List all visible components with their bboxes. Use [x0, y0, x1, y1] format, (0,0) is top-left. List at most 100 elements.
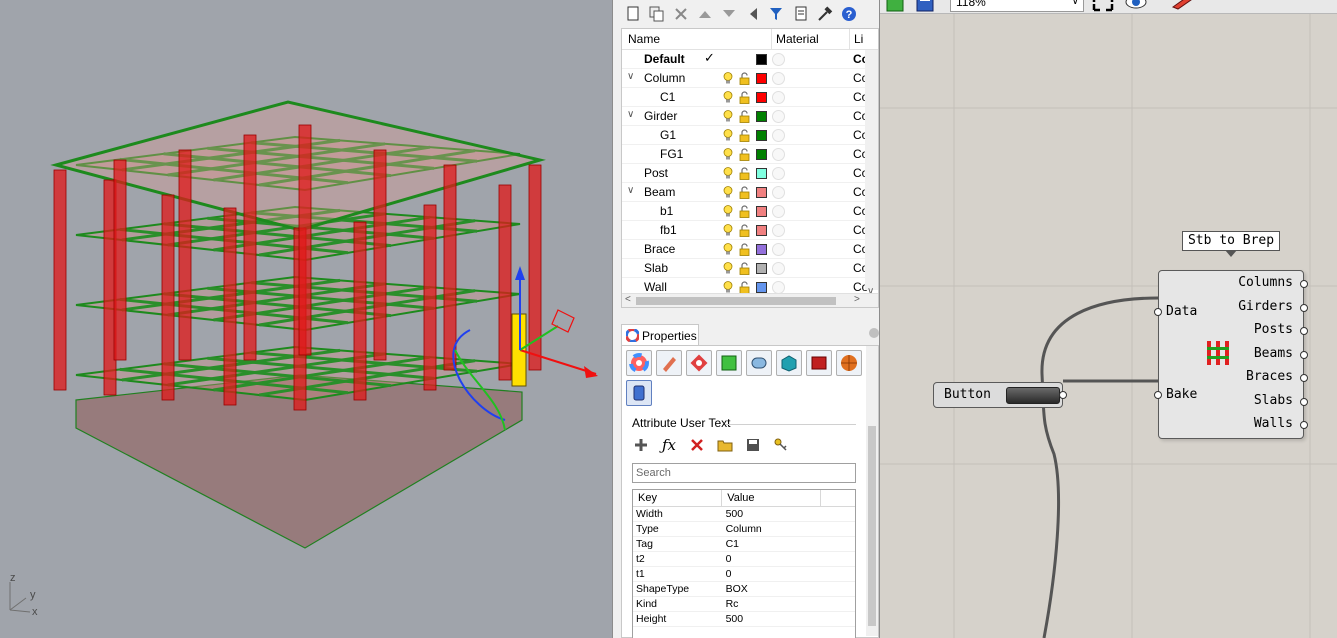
material-swatch[interactable] [772, 243, 785, 256]
output-port[interactable] [1300, 421, 1308, 429]
user-text-value[interactable]: Column [723, 522, 855, 536]
col-linetype[interactable]: Li [850, 29, 863, 50]
user-text-value[interactable]: 0 [723, 567, 855, 581]
layer-name[interactable]: b1 [660, 204, 673, 218]
user-text-row[interactable]: ShapeType BOX [633, 582, 855, 597]
move-down-icon[interactable] [719, 4, 739, 24]
output-port[interactable] [1300, 304, 1308, 312]
layer-color-swatch[interactable] [756, 225, 767, 236]
material-swatch[interactable] [772, 53, 785, 66]
col-material[interactable]: Material [772, 29, 850, 49]
function-icon[interactable]: ƒx [660, 436, 678, 454]
layer-name[interactable]: G1 [660, 128, 676, 142]
key-icon[interactable] [772, 436, 790, 454]
lock-icon[interactable] [739, 186, 750, 199]
current-layer-check[interactable]: ✓ [704, 50, 715, 66]
layer-name[interactable]: fb1 [660, 223, 677, 237]
new-sublayer-icon[interactable] [647, 4, 667, 24]
user-text-row[interactable]: t1 0 [633, 567, 855, 582]
user-text-key[interactable]: Type [633, 522, 723, 536]
material-swatch[interactable] [772, 91, 785, 104]
layer-name[interactable]: Girder [644, 109, 677, 123]
material-swatch[interactable] [772, 129, 785, 142]
user-text-value[interactable]: BOX [723, 582, 855, 596]
layer-name[interactable]: FG1 [660, 147, 683, 161]
lock-icon[interactable] [739, 91, 750, 104]
grasshopper-canvas[interactable]: Stb to Brep Data Bake Columns Girders Post… [880, 14, 1337, 638]
render-icon[interactable] [806, 350, 832, 376]
sketch-icon[interactable] [1170, 0, 1196, 10]
layer-color-swatch[interactable] [756, 73, 767, 84]
layer-row[interactable]: Default ✓ Co [622, 50, 878, 69]
grasshopper-save-icon[interactable] [916, 0, 934, 12]
material-swatch[interactable] [772, 186, 785, 199]
lightbulb-icon[interactable] [723, 167, 733, 180]
perspective-viewport[interactable]: z y x [0, 0, 612, 638]
lightbulb-icon[interactable] [723, 110, 733, 123]
layer-color-swatch[interactable] [756, 54, 767, 65]
layer-row[interactable]: b1 Co [622, 202, 878, 221]
user-text-row[interactable]: Tag C1 [633, 537, 855, 552]
user-text-key[interactable]: t1 [633, 567, 723, 581]
layer-row[interactable]: ∨ Beam Co [622, 183, 878, 202]
zoom-extents-icon[interactable] [1092, 0, 1114, 12]
layer-color-swatch[interactable] [756, 111, 767, 122]
move-up-icon[interactable] [695, 4, 715, 24]
layer-name[interactable]: Slab [644, 261, 668, 275]
layer-name[interactable]: Beam [644, 185, 675, 199]
layer-color-swatch[interactable] [756, 92, 767, 103]
output-port[interactable] [1300, 280, 1308, 288]
port-button-out[interactable] [1059, 391, 1067, 399]
layer-row[interactable]: Brace Co [622, 240, 878, 259]
lightbulb-icon[interactable] [723, 224, 733, 237]
lightbulb-icon[interactable] [723, 91, 733, 104]
user-text-key[interactable]: Height [633, 612, 723, 626]
lightbulb-icon[interactable] [723, 72, 733, 85]
tools-icon[interactable] [815, 4, 835, 24]
user-text-value[interactable]: 500 [723, 507, 855, 521]
layer-color-swatch[interactable] [756, 149, 767, 160]
texture-icon[interactable] [716, 350, 742, 376]
layer-color-swatch[interactable] [756, 206, 767, 217]
user-text-row[interactable]: Kind Rc [633, 597, 855, 612]
output-port[interactable] [1300, 351, 1308, 359]
user-text-icon[interactable] [626, 380, 652, 406]
lightbulb-icon[interactable] [723, 148, 733, 161]
layer-name[interactable]: Default [644, 52, 685, 66]
material-swatch[interactable] [772, 110, 785, 123]
layer-color-swatch[interactable] [756, 130, 767, 141]
material-swatch[interactable] [772, 148, 785, 161]
port-data-in[interactable] [1154, 308, 1162, 316]
delete-icon[interactable] [688, 436, 706, 454]
layer-color-swatch[interactable] [756, 187, 767, 198]
material-swatch[interactable] [772, 205, 785, 218]
panel-gear-icon[interactable] [869, 328, 879, 338]
new-layer-icon[interactable] [623, 4, 643, 24]
user-text-value[interactable]: 0 [723, 552, 855, 566]
output-port[interactable] [1300, 374, 1308, 382]
button-face[interactable] [1006, 387, 1060, 404]
layer-name[interactable]: Column [644, 71, 685, 85]
user-text-row[interactable]: t2 0 [633, 552, 855, 567]
help-icon[interactable]: ? [839, 4, 859, 24]
lock-icon[interactable] [739, 262, 750, 275]
layer-row[interactable]: ∨ Column Co [622, 69, 878, 88]
cube-icon[interactable] [776, 350, 802, 376]
user-text-row[interactable]: Type Column [633, 522, 855, 537]
expand-chevron-icon[interactable]: ∨ [627, 71, 634, 82]
layer-hscroll[interactable]: < > [622, 293, 878, 307]
user-text-key[interactable]: Width [633, 507, 723, 521]
lock-icon[interactable] [739, 243, 750, 256]
layer-row[interactable]: Slab Co [622, 259, 878, 278]
user-text-key[interactable]: ShapeType [633, 582, 723, 596]
layer-color-swatch[interactable] [756, 244, 767, 255]
col-value[interactable]: Value [722, 490, 822, 506]
user-text-key[interactable]: t2 [633, 552, 723, 566]
lightbulb-icon[interactable] [723, 129, 733, 142]
save-icon[interactable] [744, 436, 762, 454]
user-text-key[interactable]: Kind [633, 597, 723, 611]
user-text-row[interactable]: Width 500 [633, 507, 855, 522]
layer-name[interactable]: Post [644, 166, 668, 180]
lock-icon[interactable] [739, 72, 750, 85]
lock-icon[interactable] [739, 148, 750, 161]
